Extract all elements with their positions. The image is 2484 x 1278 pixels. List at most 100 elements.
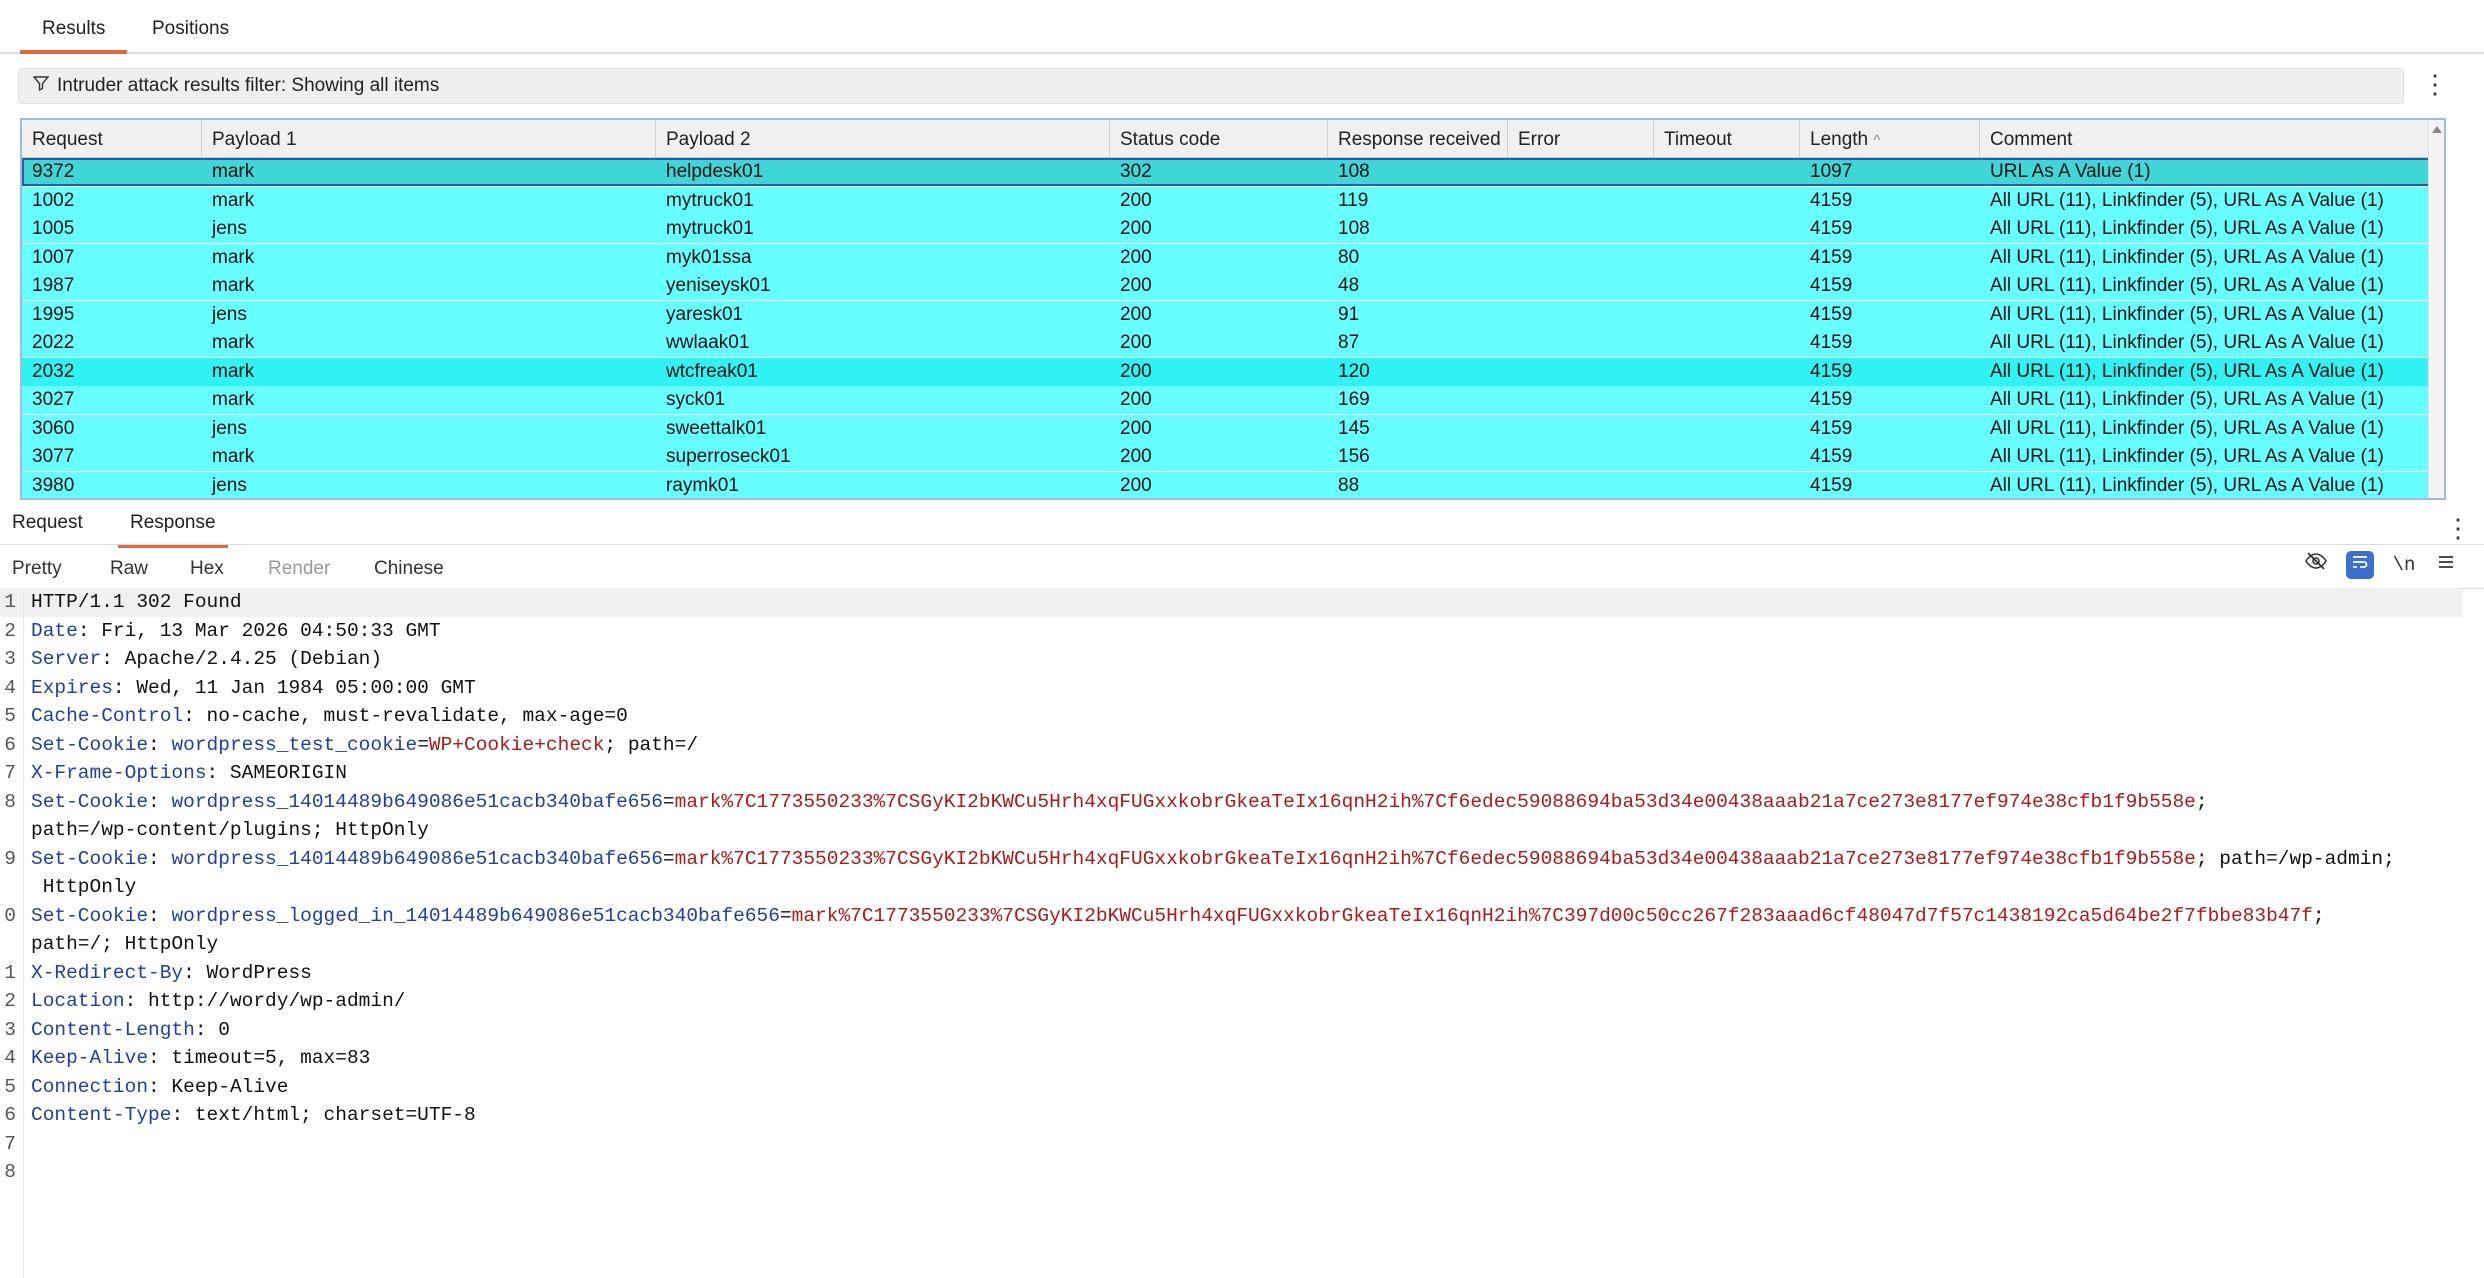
line-number: 6 [4, 1104, 16, 1126]
wrap-lines-icon[interactable] [2346, 551, 2374, 579]
view-tab-raw[interactable]: Raw [98, 558, 160, 592]
header-text: = [662, 847, 675, 870]
code-text: Location: http://wordy/wp-admin/ [31, 987, 405, 1016]
line-number: 5 [4, 705, 16, 727]
table-row[interactable]: 3980 jens raymk01 200 88 4159 All URL (11), Li… [22, 471, 2430, 498]
cell-response-received: 156 [1338, 446, 1370, 467]
cell-payload-1: mark [212, 389, 255, 410]
cell-request: 1002 [32, 189, 75, 211]
cell-length: 4159 [1810, 303, 1853, 325]
view-tab-render[interactable]: Render [256, 558, 342, 592]
cell-payload-1: mark [212, 189, 255, 211]
code-text: Set-Cookie: wordpress_14014489b649086e51… [31, 788, 2208, 817]
table-row[interactable]: 3027 mark syck01 200 169 4159 All URL (11), Li… [22, 386, 2430, 414]
response-editor[interactable]: 1 HTTP/1.1 302 Found 2 Date: Fri, 13 Mar 20… [0, 588, 2462, 1278]
cell-status-code: 200 [1120, 218, 1152, 239]
cell-error [1508, 187, 1518, 215]
cell-length: 4159 [1810, 389, 1853, 410]
table-row[interactable]: 1995 jens yaresk01 200 91 4159 All URL (11), L… [22, 300, 2430, 329]
kebab-menu-icon[interactable]: ⋮ [2422, 70, 2448, 100]
code-text: Set-Cookie: wordpress_14014489b649086e51… [31, 845, 2395, 874]
code-text: Expires: Wed, 11 Jan 1984 05:00:00 GMT [31, 674, 476, 703]
hamburger-menu-icon[interactable] [2432, 551, 2460, 579]
code-line: 5 Connection: Keep-Alive [0, 1073, 2462, 1102]
column-header-payload-2[interactable]: Payload 2 [656, 120, 1110, 158]
cell-timeout [1654, 272, 1664, 300]
eye-slash-icon[interactable] [2302, 551, 2330, 579]
cell-status-code: 200 [1120, 446, 1152, 467]
cell-request: 3980 [32, 474, 75, 496]
table-row[interactable]: 1002 mark mytruck01 200 119 4159 All URL (11),… [22, 186, 2430, 215]
tab-request[interactable]: Request [0, 512, 95, 548]
header-text: : [148, 733, 172, 756]
column-header-response-received[interactable]: Response received [1328, 120, 1508, 158]
header-name: Server [31, 648, 102, 670]
code-line: path=/wp-content/plugins; HttpOnly [0, 816, 2462, 845]
results-filter-bar[interactable]: Intruder attack results filter: Showing … [18, 68, 2404, 104]
cell-payload-1: mark [212, 161, 255, 182]
cookie-name: wordpress_logged_in_14014489b649086e51ca… [171, 904, 780, 927]
scroll-up-arrow-icon[interactable] [2432, 126, 2442, 133]
line-number: 9 [4, 847, 16, 870]
code-text: path=/wp-content/plugins; HttpOnly [31, 816, 429, 845]
line-number-gutter [23, 588, 24, 1278]
code-text: X-Frame-Options: SAMEORIGIN [31, 759, 347, 788]
table-header: Request Payload 1 Payload 2 Status code … [22, 120, 2430, 158]
cell-status-code: 200 [1120, 417, 1152, 439]
header-text: : [148, 790, 172, 813]
view-tab-pretty[interactable]: Pretty [0, 558, 74, 592]
code-text: Set-Cookie: wordpress_test_cookie=WP+Coo… [31, 731, 698, 760]
table-row[interactable]: 2032 mark wtcfreak01 200 120 4159 All URL (11)… [22, 357, 2430, 386]
table-row[interactable]: 3077 mark superroseck01 200 156 4159 All URL (… [22, 443, 2430, 471]
line-number: 4 [4, 1047, 16, 1069]
column-header-timeout[interactable]: Timeout [1654, 120, 1800, 158]
show-newlines-button[interactable]: \n [2390, 551, 2418, 579]
table-row[interactable]: 2022 mark wwlaak01 200 87 4159 All URL (11), L… [22, 329, 2430, 357]
cell-payload-2: mytruck01 [666, 218, 754, 239]
code-line: 7 X-Frame-Options: SAMEORIGIN [0, 759, 2462, 788]
cell-timeout [1654, 386, 1664, 414]
cell-comment: All URL (11), Linkfinder (5), URL As A V… [1990, 189, 2384, 211]
column-header-comment[interactable]: Comment [1980, 120, 2430, 158]
table-row[interactable]: 1007 mark myk01ssa 200 80 4159 All URL (11), L… [22, 243, 2430, 272]
cell-timeout [1654, 358, 1664, 386]
tab-positions[interactable]: Positions [130, 18, 251, 54]
line-number: 2 [4, 619, 16, 642]
line-number: 1 [4, 961, 16, 984]
column-header-status-code[interactable]: Status code [1110, 120, 1328, 158]
code-line: 3 Server: Apache/2.4.25 (Debian) [0, 645, 2462, 674]
column-header-request[interactable]: Request [22, 120, 202, 158]
cookie-value: WP+Cookie+check [428, 733, 605, 756]
panel-kebab-menu-icon[interactable]: ⋮ [2445, 514, 2471, 544]
table-row[interactable]: 1987 mark yeniseysk01 200 48 4159 All URL (11)… [22, 272, 2430, 300]
cell-timeout [1654, 158, 1664, 186]
column-header-length[interactable]: Length ^ [1800, 120, 1980, 158]
view-tab-hex[interactable]: Hex [178, 558, 236, 592]
cell-response-received: 87 [1338, 332, 1360, 353]
column-header-error[interactable]: Error [1508, 120, 1654, 158]
intruder-results-window: Results Positions Intruder attack result… [0, 0, 2484, 1278]
header-text: : Fri, 13 Mar 2026 04:50:33 GMT [77, 619, 441, 642]
table-row[interactable]: 3060 jens sweettalk01 200 145 4159 All URL (11… [22, 414, 2430, 443]
table-scrollbar[interactable] [2428, 120, 2444, 498]
code-line: 7 [0, 1130, 2462, 1159]
cell-comment: All URL (11), Linkfinder (5), URL As A V… [1990, 446, 2384, 467]
cell-payload-2: wtcfreak01 [666, 360, 758, 382]
table-row[interactable]: 1005 jens mytruck01 200 108 4159 All URL (11),… [22, 215, 2430, 243]
column-header-payload-1[interactable]: Payload 1 [202, 120, 656, 158]
cell-error [1508, 301, 1518, 329]
table-row[interactable]: 9372 mark helpdesk01 302 108 1097 URL As A Val… [22, 158, 2430, 186]
length-label: Length [1810, 129, 1869, 150]
message-panel: Request Response ⋮ Pretty Raw Hex Render… [0, 504, 2484, 1278]
code-line: 5 Cache-Control: no-cache, must-revalidat… [0, 702, 2462, 731]
header-text: : Keep-Alive [148, 1075, 289, 1098]
tab-results[interactable]: Results [20, 18, 128, 54]
view-tab-chinese[interactable]: Chinese [362, 558, 456, 592]
code-text: Server: Apache/2.4.25 (Debian) [31, 645, 382, 674]
line-number: 1 [4, 591, 16, 613]
tab-response[interactable]: Response [118, 512, 228, 548]
header-text: : SAMEORIGIN [206, 762, 347, 784]
cell-status-code: 200 [1120, 474, 1152, 496]
cell-payload-1: jens [212, 417, 247, 439]
code-line: 0 Set-Cookie: wordpress_logged_in_1401448… [0, 902, 2462, 931]
